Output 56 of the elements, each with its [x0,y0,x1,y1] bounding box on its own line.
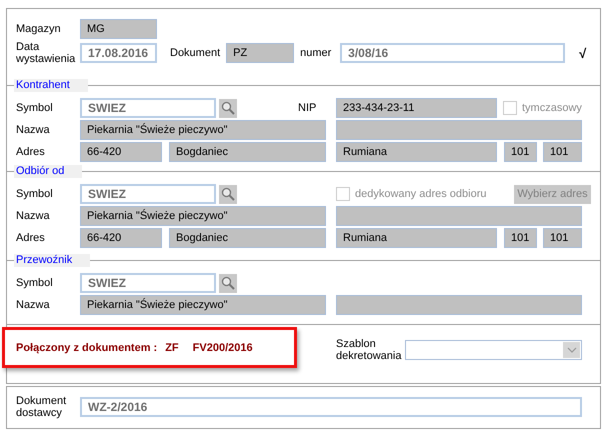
linked-document-label: Połączony z dokumentem : [16,342,158,354]
document-type-field[interactable]: PZ [226,43,294,63]
address-field[interactable]: 101 [504,142,537,162]
name-field[interactable] [336,120,582,140]
field-label: Symbol [16,188,54,200]
symbol-field[interactable]: SWIEZ [80,98,216,118]
search-button[interactable] [219,98,237,118]
name-field[interactable] [336,206,582,226]
field-label: Nazwa [16,210,51,222]
name-field[interactable]: Piekarnia "Świeże pieczywo" [80,120,326,140]
search-button[interactable] [219,274,237,292]
number-field[interactable]: 3/08/16 [340,43,566,63]
address-field[interactable]: Bogdaniec [169,228,326,248]
address-field[interactable]: 66-420 [80,228,162,248]
search-icon [221,101,235,115]
field-label: Szablon dekretowania [336,338,402,362]
address-field[interactable]: 101 [504,228,537,248]
field-label: Symbol [16,277,54,289]
checkbox-label: dedykowany adres odbioru [355,188,486,200]
name-field[interactable]: Piekarnia "Świeże pieczywo" [80,295,326,315]
field-label: Nazwa [16,124,51,136]
check-mark: √ [579,46,586,60]
field-label: Symbol [16,102,54,114]
caret-icon [566,347,576,353]
field-label: numer [300,47,332,59]
linked-document-type: ZF [165,342,179,354]
name-field[interactable] [336,295,582,315]
address-field[interactable]: 66-420 [80,142,162,162]
group-title: Przewoźnik [14,254,90,267]
group-title: Odbiór od [14,165,82,178]
field-label: Data wystawienia [16,41,76,65]
search-button[interactable] [219,184,237,204]
search-icon [221,187,235,201]
field-label: NIP [298,102,318,114]
address-field[interactable]: 101 [543,228,582,248]
address-field[interactable]: Rumiana [336,142,497,162]
address-field[interactable]: Bogdaniec [169,142,326,162]
group-title: Kontrahent [14,79,88,92]
tax-id-field[interactable]: 233-434-23-11 [336,98,497,118]
checkbox-label: tymczasowy [522,102,582,114]
field-label: Adres [16,232,46,244]
linked-document-number: FV200/2016 [192,342,253,354]
supplier-document-field[interactable]: WZ-2/2016 [80,397,582,417]
address-field[interactable]: 101 [543,142,582,162]
warehouse-field[interactable]: MG [80,19,157,39]
search-icon [221,276,235,290]
symbol-field[interactable]: SWIEZ [80,273,216,293]
address-field[interactable]: Rumiana [336,228,497,248]
date-field[interactable]: 17.08.2016 [80,43,157,63]
field-label: Magazyn [16,23,62,35]
field-label: Dokument dostawcy [16,395,68,419]
field-label: Dokument [170,47,220,59]
symbol-field[interactable]: SWIEZ [80,184,216,204]
name-field[interactable]: Piekarnia "Świeże pieczywo" [80,206,326,226]
field-label: Adres [16,146,46,158]
field-label: Nazwa [16,299,51,311]
